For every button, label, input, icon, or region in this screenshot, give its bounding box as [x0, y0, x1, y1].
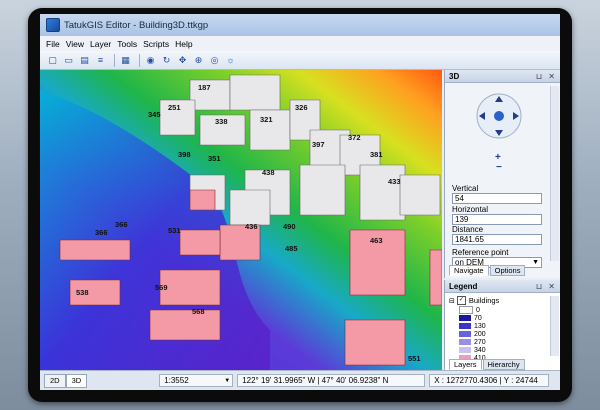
- legend-entry: 70: [459, 314, 482, 322]
- menu-file[interactable]: File: [46, 39, 60, 49]
- building-label: 366: [95, 228, 108, 237]
- menu-view[interactable]: View: [66, 39, 84, 49]
- panel-3d-header: 3D ⊔ ✕: [445, 70, 560, 83]
- navigation-compass[interactable]: [473, 90, 525, 142]
- building-label: 187: [198, 83, 211, 92]
- building-label: 345: [148, 110, 161, 119]
- building-label: 398: [178, 150, 191, 159]
- pan-icon[interactable]: ✥: [176, 54, 189, 67]
- legend-scrollbar[interactable]: [550, 296, 559, 356]
- building-label: 433: [388, 177, 401, 186]
- eye-icon[interactable]: ◎: [208, 54, 221, 67]
- panel-3d-title: 3D: [449, 71, 460, 81]
- xy-coordinates: X : 1272770.4306 | Y : 24744: [429, 374, 550, 387]
- building-label: 397: [312, 140, 325, 149]
- app-logo-icon: [46, 18, 60, 32]
- menu-bar: File View Layer Tools Scripts Help: [40, 36, 560, 51]
- building-label: 326: [295, 103, 308, 112]
- legend-entry: 0: [459, 306, 480, 314]
- tab-layers[interactable]: Layers: [449, 359, 482, 370]
- light-icon[interactable]: ☼: [224, 54, 237, 67]
- map-view-3d[interactable]: 187 251 345 338 321 326 398 351 397 372 …: [40, 70, 442, 370]
- building-label: 463: [370, 236, 383, 245]
- tab-navigate[interactable]: Navigate: [449, 265, 489, 276]
- panel-3d-controls[interactable]: ⊔ ✕: [536, 72, 557, 81]
- app-window: TatukGIS Editor - Building3D.ttkgp File …: [40, 14, 560, 390]
- tab-2d[interactable]: 2D: [44, 373, 66, 388]
- menu-scripts[interactable]: Scripts: [143, 39, 169, 49]
- geo-coordinates: 122° 19' 31.9965" W | 47° 40' 06.9238" N: [237, 374, 426, 387]
- tab-hierarchy[interactable]: Hierarchy: [482, 359, 525, 370]
- vertical-field[interactable]: 54: [452, 193, 542, 204]
- menu-help[interactable]: Help: [175, 39, 192, 49]
- building-label: 538: [76, 288, 89, 297]
- building-label: 436: [245, 222, 258, 231]
- toolbar-separator: [139, 53, 140, 67]
- vertical-label: Vertical: [452, 184, 479, 193]
- chevron-down-icon: ▼: [532, 259, 539, 266]
- legend-controls[interactable]: ⊔ ✕: [536, 282, 557, 291]
- legend-layer-row[interactable]: ⊟ ✓ Buildings: [449, 296, 499, 305]
- legend-header: Legend ⊔ ✕: [445, 280, 560, 293]
- building-label: 366: [115, 220, 128, 229]
- building-label: 338: [215, 117, 228, 126]
- layer-checkbox[interactable]: ✓: [456, 296, 466, 305]
- status-bar: 2D 3D 1:3552 ▼ 122° 19' 31.9965" W | 47°…: [40, 370, 560, 390]
- terrain-canvas: [40, 70, 442, 370]
- menu-layer[interactable]: Layer: [90, 39, 111, 49]
- open-icon[interactable]: ▭: [62, 54, 75, 67]
- distance-label: Distance: [452, 225, 484, 234]
- scale-select[interactable]: 1:3552 ▼: [159, 374, 234, 387]
- panel-3d-scrollbar[interactable]: [550, 86, 559, 261]
- building-label: 551: [408, 354, 421, 363]
- building-label: 531: [168, 226, 181, 235]
- building-label: 321: [260, 115, 273, 124]
- building-label: 251: [168, 103, 181, 112]
- building-label: 569: [155, 283, 168, 292]
- building-label: 485: [285, 244, 298, 253]
- new-icon[interactable]: ▢: [46, 54, 59, 67]
- building-label: 351: [208, 154, 221, 163]
- menu-tools[interactable]: Tools: [117, 39, 137, 49]
- panel-3d-tabs: Navigate Options: [449, 265, 526, 276]
- reference-point-label: Reference point: [452, 248, 509, 257]
- panel-3d: 3D ⊔ ✕ + − Vertical 54 Horizontal 139 Di…: [444, 70, 560, 278]
- panel-legend: Legend ⊔ ✕ ⊟ ✓ Buildings 0 70 130 200 27…: [444, 280, 560, 370]
- globe-icon[interactable]: ◉: [144, 54, 157, 67]
- distance-field[interactable]: 1841.65: [452, 234, 542, 245]
- scale-value: 1:3552: [164, 376, 189, 385]
- legend-entry: 340: [459, 346, 486, 354]
- print-icon[interactable]: ▦: [119, 54, 132, 67]
- toolbar: ▢ ▭ ▤ ≡ ▦ ◉ ↻ ✥ ⊕ ◎ ☼: [40, 51, 560, 70]
- save-as-icon[interactable]: ≡: [94, 54, 107, 67]
- save-icon[interactable]: ▤: [78, 54, 91, 67]
- building-label: 568: [192, 307, 205, 316]
- rotate-icon[interactable]: ↻: [160, 54, 173, 67]
- zoom-icon[interactable]: ⊕: [192, 54, 205, 67]
- legend-layer-name: Buildings: [468, 296, 500, 305]
- legend-title: Legend: [449, 281, 478, 291]
- toolbar-separator: [114, 53, 115, 67]
- zoom-out-icon[interactable]: −: [496, 162, 502, 173]
- collapse-icon[interactable]: ⊟: [449, 297, 455, 305]
- tab-options[interactable]: Options: [489, 265, 526, 276]
- building-label: 438: [262, 168, 275, 177]
- building-label: 490: [283, 222, 296, 231]
- building-label: 381: [370, 150, 383, 159]
- legend-entry: 270: [459, 338, 486, 346]
- legend-entry: 130: [459, 322, 486, 330]
- horizontal-label: Horizontal: [452, 205, 489, 214]
- horizontal-field[interactable]: 139: [452, 214, 542, 225]
- chevron-down-icon: ▼: [224, 378, 231, 384]
- window-title: TatukGIS Editor - Building3D.ttkgp: [64, 19, 209, 31]
- legend-entry: 200: [459, 330, 486, 338]
- legend-tabs: Layers Hierarchy: [449, 359, 526, 370]
- tab-3d[interactable]: 3D: [65, 373, 88, 388]
- building-label: 372: [348, 133, 361, 142]
- title-bar: TatukGIS Editor - Building3D.ttkgp: [40, 14, 560, 36]
